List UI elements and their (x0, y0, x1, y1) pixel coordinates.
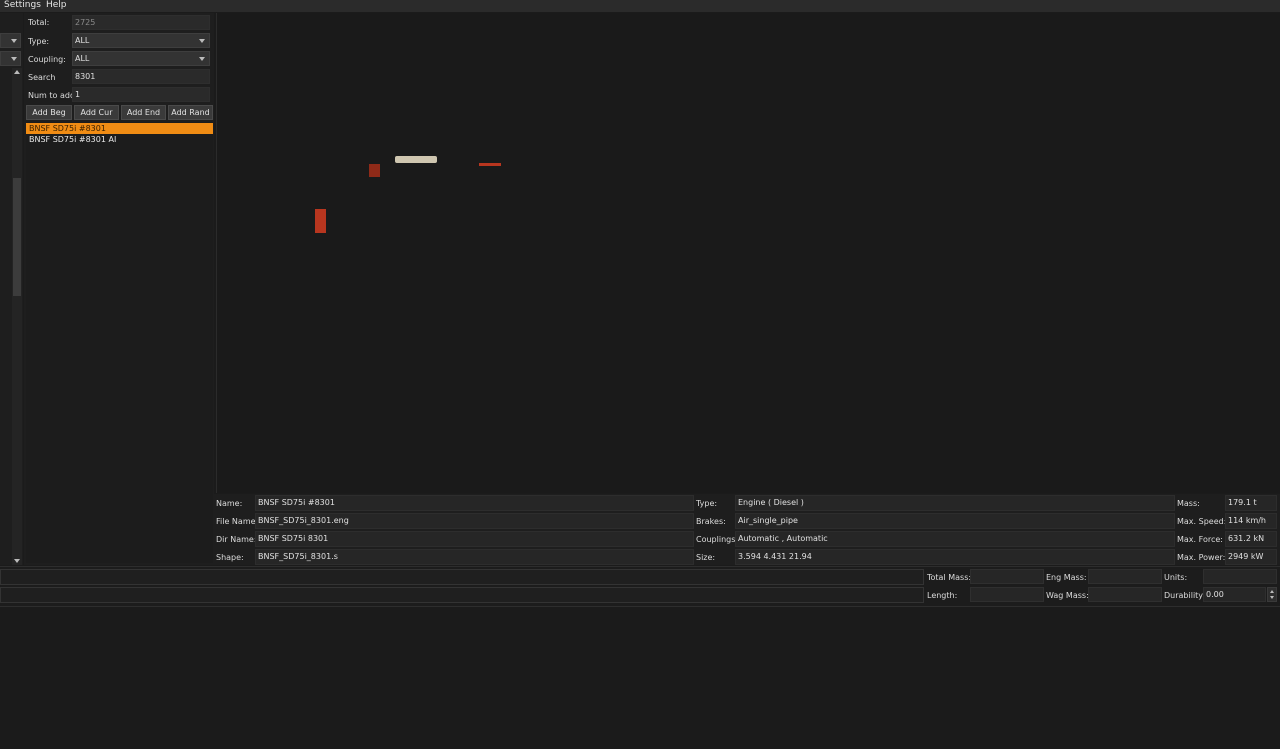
eng-mass-field (1088, 569, 1162, 584)
type-info-value: Engine ( Diesel ) (735, 495, 1175, 511)
scroll-thumb[interactable] (13, 178, 21, 296)
model-part-red-block (369, 164, 380, 177)
size-label: Size: (696, 553, 716, 562)
wag-mass-field (1088, 587, 1162, 602)
menu-help[interactable]: Help (46, 0, 67, 12)
engine-info-panel: Name: BNSF SD75i #8301 File Name: BNSF_S… (214, 494, 1280, 565)
file-name-value: BNSF_SD75i_8301.eng (255, 513, 694, 529)
search-input[interactable]: 8301 (72, 69, 210, 84)
menu-settings[interactable]: Settings (4, 0, 41, 12)
shape-value: BNSF_SD75i_8301.s (255, 549, 694, 565)
durability-input[interactable]: 0.00 (1203, 587, 1266, 602)
num-to-add-input[interactable]: 1 (72, 87, 210, 102)
consist-desc-field[interactable] (0, 587, 924, 603)
couplings-label: Couplings: (696, 535, 739, 544)
add-end-button[interactable]: Add End (121, 105, 166, 120)
num-to-add-label: Num to add (28, 91, 76, 100)
consist-name-field[interactable] (0, 569, 924, 585)
max-force-label: Max. Force: (1177, 535, 1223, 544)
model-part-beige (395, 156, 437, 163)
units-field[interactable] (1203, 569, 1277, 584)
shape-label: Shape: (216, 553, 244, 562)
wag-mass-label: Wag Mass: (1046, 591, 1089, 600)
name-label: Name: (216, 499, 243, 508)
units-label: Units: (1164, 573, 1188, 582)
list-item[interactable]: BNSF SD75i #8301 (26, 123, 213, 134)
dir-name-label: Dir Name: (216, 535, 257, 544)
brakes-label: Brakes: (696, 517, 726, 526)
size-value: 3.594 4.431 21.94 (735, 549, 1175, 565)
menu-bar: Settings Help (0, 0, 1280, 12)
eng-mass-label: Eng Mass: (1046, 573, 1087, 582)
chevron-down-icon (11, 57, 17, 61)
total-label: Total: (28, 18, 50, 27)
chevron-down-icon (199, 57, 205, 61)
list-item[interactable]: BNSF SD75i #8301 AI (26, 134, 213, 145)
chevron-down-icon (11, 39, 17, 43)
scroll-down-icon[interactable] (14, 559, 20, 563)
left-combo-1[interactable] (0, 33, 21, 48)
chevron-down-icon (199, 39, 205, 43)
model-part-red-thin (479, 163, 501, 166)
name-value: BNSF SD75i #8301 (255, 495, 694, 511)
type-select-value: ALL (75, 36, 90, 45)
engine-list: BNSF SD75i #8301 BNSF SD75i #8301 AI (26, 122, 213, 563)
total-mass-field (970, 569, 1044, 584)
type-label: Type: (28, 37, 50, 46)
total-field: 2725 (72, 15, 210, 30)
list-scrollbar[interactable] (12, 68, 22, 565)
type-select[interactable]: ALL (72, 33, 210, 48)
spin-down-icon[interactable] (1270, 596, 1274, 599)
dir-name-value: BNSF SD75i 8301 (255, 531, 694, 547)
mass-value: 179.1 t (1225, 495, 1277, 511)
model-viewport[interactable] (216, 13, 1280, 493)
length-label: Length: (927, 591, 958, 600)
durability-spinner[interactable] (1267, 587, 1277, 602)
coupling-label: Coupling: (28, 55, 66, 64)
total-mass-label: Total Mass: (927, 573, 972, 582)
coupling-select-value: ALL (75, 54, 90, 63)
add-rand-button[interactable]: Add Rand (168, 105, 213, 120)
consist-area[interactable] (0, 606, 1280, 749)
length-field (970, 587, 1044, 602)
type-info-label: Type: (696, 499, 718, 508)
search-label: Search (28, 73, 56, 82)
max-power-value: 2949 kW (1225, 549, 1277, 565)
max-power-label: Max. Power: (1177, 553, 1226, 562)
brakes-value: Air_single_pipe (735, 513, 1175, 529)
consist-control-panel: Total: 2725 Type: ALL Coupling: ALL Sear… (24, 13, 214, 565)
max-force-value: 631.2 kN (1225, 531, 1277, 547)
model-part-red-tall (315, 209, 326, 233)
spin-up-icon[interactable] (1270, 590, 1274, 593)
mass-label: Mass: (1177, 499, 1200, 508)
max-speed-value: 114 km/h (1225, 513, 1277, 529)
couplings-value: Automatic , Automatic (735, 531, 1175, 547)
file-name-label: File Name: (216, 517, 259, 526)
max-speed-label: Max. Speed: (1177, 517, 1227, 526)
scroll-up-icon[interactable] (14, 70, 20, 74)
left-combo-2[interactable] (0, 51, 21, 66)
add-beg-button[interactable]: Add Beg (26, 105, 72, 120)
consist-totals-bar: Total Mass: Eng Mass: Units: Length: Wag… (0, 566, 1280, 606)
add-cur-button[interactable]: Add Cur (74, 105, 119, 120)
durability-label: Durability: (1164, 591, 1206, 600)
coupling-select[interactable]: ALL (72, 51, 210, 66)
